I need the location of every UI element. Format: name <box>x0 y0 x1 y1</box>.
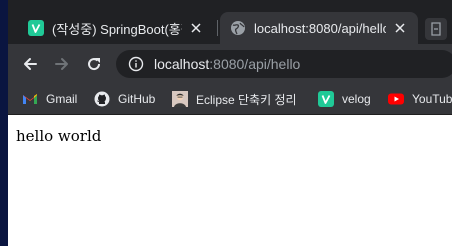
youtube-icon <box>388 93 404 105</box>
reload-icon <box>88 58 101 71</box>
url-path: :8080/api/hello <box>209 56 301 72</box>
back-button[interactable] <box>18 52 42 76</box>
tab-localhost[interactable]: localhost:8080/api/hello <box>220 12 418 44</box>
bookmark-label: Eclipse 단축키 정리 <box>196 92 297 107</box>
tab-strip: (작성중) SpringBoot(홍팍 localhost:8080/api/h… <box>8 0 452 44</box>
bookmark-label: Gmail <box>46 92 78 106</box>
bookmark-label: GitHub <box>118 92 156 106</box>
velog-icon <box>318 91 334 107</box>
url-text[interactable]: localhost:8080/api/hello <box>154 56 300 72</box>
tab-springboot[interactable]: (작성중) SpringBoot(홍팍 <box>18 12 214 44</box>
bookmark-label: velog <box>342 92 371 106</box>
browser-window: (작성중) SpringBoot(홍팍 localhost:8080/api/h… <box>8 0 452 246</box>
forward-arrow-icon <box>55 58 68 70</box>
bookmarks-bar: Gmail GitHub Eclipse 단축키 정리 velog YouTub <box>8 84 452 115</box>
bookmark-gmail[interactable]: Gmail <box>22 90 77 108</box>
close-icon[interactable] <box>188 20 204 36</box>
velog-icon <box>28 20 44 36</box>
tab-search-icon <box>431 22 441 36</box>
bookmark-github[interactable]: GitHub <box>94 90 155 108</box>
reload-button[interactable] <box>82 52 106 76</box>
tab-search-button[interactable] <box>425 18 447 40</box>
forward-button[interactable] <box>50 52 74 76</box>
url-host: localhost <box>154 56 210 72</box>
back-arrow-icon <box>24 58 37 70</box>
bookmark-youtube[interactable]: YouTube <box>388 90 452 108</box>
page-body-text: hello world <box>16 127 102 145</box>
globe-icon <box>231 21 245 35</box>
info-icon[interactable] <box>128 56 144 72</box>
address-bar[interactable]: localhost:8080/api/hello <box>116 50 452 78</box>
tab-separator <box>217 20 218 36</box>
github-icon <box>94 91 110 107</box>
bookmark-velog[interactable]: velog <box>318 90 371 108</box>
avatar-icon <box>172 91 188 107</box>
bookmark-label: YouTube <box>412 92 452 106</box>
close-icon[interactable] <box>392 20 408 36</box>
tab-title: (작성중) SpringBoot(홍팍 <box>52 21 182 37</box>
toolbar: localhost:8080/api/hello <box>8 44 452 84</box>
gmail-icon <box>23 94 37 104</box>
page-content: hello world <box>8 115 452 246</box>
tab-title: localhost:8080/api/hello <box>254 20 386 36</box>
bookmark-eclipse[interactable]: Eclipse 단축키 정리 <box>172 90 297 108</box>
